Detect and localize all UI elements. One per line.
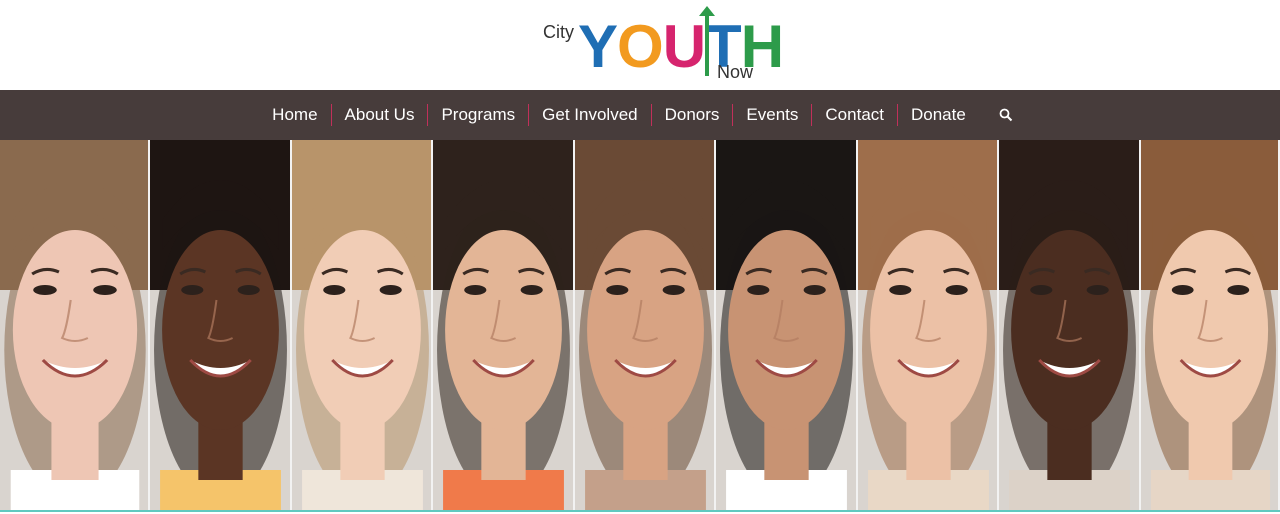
logo-up-arrow-icon	[699, 6, 715, 76]
nav-item-events[interactable]: Events	[732, 104, 811, 126]
hero-faces-banner	[0, 140, 1280, 512]
hero-accent-line	[0, 510, 1280, 512]
nav-item-home[interactable]: Home	[259, 104, 330, 126]
nav-item-donate[interactable]: Donate	[897, 104, 979, 126]
nav-item-contact[interactable]: Contact	[811, 104, 897, 126]
portrait-photo	[291, 140, 434, 512]
search-icon	[999, 108, 1013, 122]
logo-letter: O	[617, 13, 664, 80]
site-header: City YOUTH Now	[0, 0, 1280, 90]
nav-menu: Home About Us Programs Get Involved Donors Ev…	[259, 104, 979, 126]
portrait-photo	[716, 140, 858, 512]
portrait-photo	[574, 140, 717, 512]
city-youth-now-logo[interactable]: City YOUTH Now	[542, 4, 784, 84]
nav-item-about-us[interactable]: About Us	[330, 104, 428, 126]
nav-item-donors[interactable]: Donors	[650, 104, 733, 126]
logo-letter: Y	[578, 13, 618, 80]
nav-item-programs[interactable]: Programs	[427, 104, 528, 126]
nav-search-button[interactable]	[991, 100, 1021, 130]
portrait-photo	[433, 140, 575, 512]
portrait-photo	[999, 140, 1141, 512]
nav-item-get-involved[interactable]: Get Involved	[528, 104, 650, 126]
main-navigation: Home About Us Programs Get Involved Donors Ev…	[0, 90, 1280, 140]
portrait-photo	[1140, 140, 1280, 512]
portrait-photo	[150, 140, 292, 512]
portrait-photo	[0, 140, 151, 512]
logo-city-text: City	[543, 22, 574, 42]
logo-now-text: Now	[717, 62, 754, 82]
portrait-photo	[857, 140, 1000, 512]
